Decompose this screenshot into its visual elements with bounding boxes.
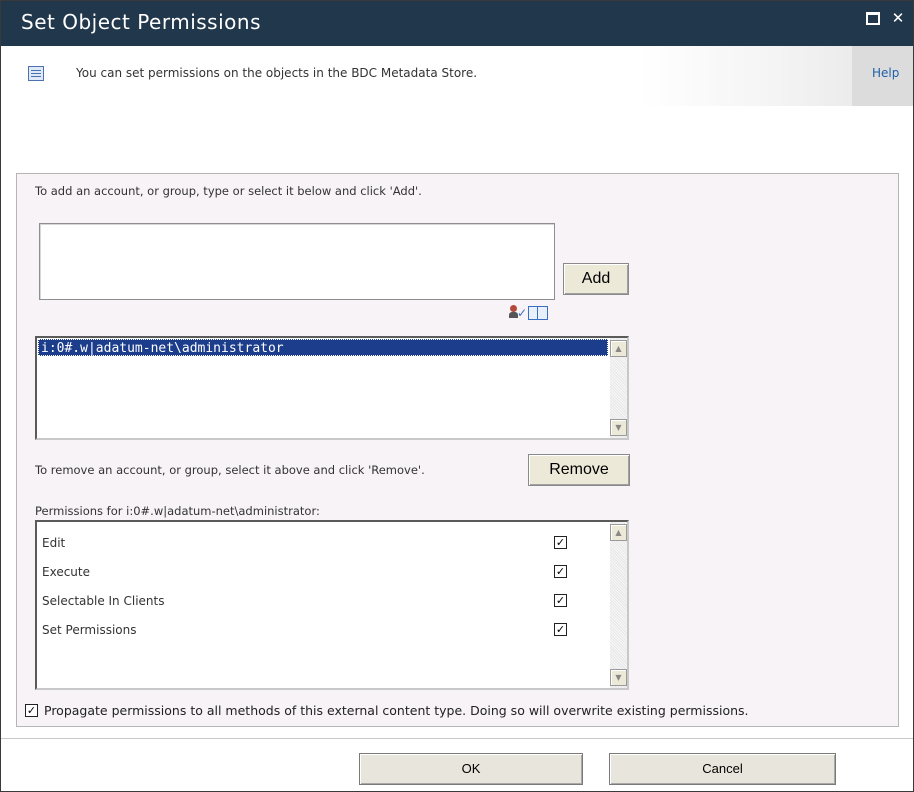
permission-edit-checkbox[interactable]: ✓ bbox=[554, 536, 567, 549]
maximize-icon[interactable] bbox=[864, 9, 882, 27]
permission-selectable-checkbox[interactable]: ✓ bbox=[554, 594, 567, 607]
permissions-panel: To add an account, or group, type or sel… bbox=[16, 173, 899, 727]
scroll-up-icon[interactable]: ▲ bbox=[610, 524, 627, 541]
help-panel: Help bbox=[852, 46, 913, 106]
propagate-checkbox[interactable]: ✓ bbox=[25, 704, 38, 717]
permissions-listbox: Edit ✓ Execute ✓ Selectable In Clients ✓… bbox=[35, 520, 629, 690]
scroll-up-icon[interactable]: ▲ bbox=[610, 340, 627, 357]
accounts-listbox[interactable]: i:0#.w|adatum-net\administrator ▲ ▼ bbox=[35, 336, 629, 440]
permission-row-execute: Execute ✓ bbox=[42, 563, 582, 581]
info-list-icon bbox=[28, 66, 44, 81]
ok-button[interactable]: OK bbox=[359, 753, 583, 785]
remove-button[interactable]: Remove bbox=[528, 454, 630, 486]
check-names-icon[interactable]: ✓ bbox=[508, 305, 527, 320]
permissions-scrollbar[interactable]: ▲ ▼ bbox=[610, 522, 627, 688]
permission-execute-checkbox[interactable]: ✓ bbox=[554, 565, 567, 578]
list-item[interactable]: i:0#.w|adatum-net\administrator bbox=[38, 339, 608, 356]
scroll-down-icon[interactable]: ▼ bbox=[610, 419, 627, 436]
permission-row-edit: Edit ✓ bbox=[42, 534, 582, 552]
permission-label: Set Permissions bbox=[42, 623, 137, 637]
help-link[interactable]: Help bbox=[872, 66, 899, 80]
people-picker-input[interactable] bbox=[39, 223, 555, 300]
permission-row-set-permissions: Set Permissions ✓ bbox=[42, 621, 582, 639]
close-icon[interactable]: ✕ bbox=[889, 9, 907, 27]
title-bar: Set Object Permissions ✕ bbox=[1, 1, 913, 46]
dialog-title: Set Object Permissions bbox=[21, 10, 261, 34]
add-instruction: To add an account, or group, type or sel… bbox=[35, 184, 422, 198]
set-object-permissions-dialog: Set Object Permissions ✕ You can set per… bbox=[0, 0, 914, 792]
add-button[interactable]: Add bbox=[563, 263, 629, 295]
propagate-label: Propagate permissions to all methods of … bbox=[44, 703, 749, 718]
info-bar: You can set permissions on the objects i… bbox=[1, 46, 913, 106]
permission-label: Selectable In Clients bbox=[42, 594, 165, 608]
accounts-scrollbar[interactable]: ▲ ▼ bbox=[610, 338, 627, 438]
permission-label: Execute bbox=[42, 565, 90, 579]
info-message: You can set permissions on the objects i… bbox=[76, 66, 478, 80]
remove-instruction: To remove an account, or group, select i… bbox=[35, 463, 425, 477]
permissions-header: Permissions for i:0#.w|adatum-net\admini… bbox=[35, 504, 320, 518]
footer-divider bbox=[1, 738, 913, 739]
browse-directory-icon[interactable] bbox=[528, 306, 548, 320]
permission-label: Edit bbox=[42, 536, 66, 550]
permission-set-permissions-checkbox[interactable]: ✓ bbox=[554, 623, 567, 636]
permission-row-selectable: Selectable In Clients ✓ bbox=[42, 592, 582, 610]
cancel-button[interactable]: Cancel bbox=[609, 753, 836, 785]
scroll-down-icon[interactable]: ▼ bbox=[610, 669, 627, 686]
